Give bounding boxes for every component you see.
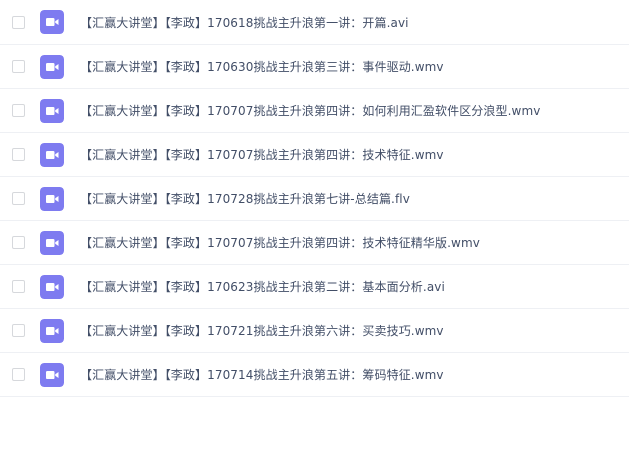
- row-checkbox[interactable]: [12, 192, 25, 205]
- row-checkbox[interactable]: [12, 104, 25, 117]
- row-checkbox[interactable]: [12, 60, 25, 73]
- file-name[interactable]: 【汇赢大讲堂】【李政】170707挑战主升浪第四讲：技术特征精华版.wmv: [80, 234, 480, 251]
- row-checkbox[interactable]: [12, 15, 25, 29]
- row-checkbox[interactable]: [12, 148, 25, 161]
- file-name[interactable]: 【汇赢大讲堂】【李政】170707挑战主升浪第四讲：如何利用汇盈软件区分浪型.w…: [80, 102, 540, 119]
- file-name[interactable]: 【汇赢大讲堂】【李政】170707挑战主升浪第四讲：技术特征.wmv: [80, 146, 444, 163]
- video-file-icon: [40, 318, 64, 343]
- video-file-icon: [40, 274, 64, 299]
- file-name[interactable]: 【汇赢大讲堂】【李政】170714挑战主升浪第五讲：筹码特征.wmv: [80, 366, 444, 383]
- video-file-icon: [40, 230, 64, 255]
- video-file-icon: [40, 362, 64, 387]
- row-checkbox[interactable]: [12, 280, 25, 293]
- file-row[interactable]: 【汇赢大讲堂】【李政】170707挑战主升浪第四讲：技术特征精华版.wmv: [0, 221, 629, 265]
- video-file-icon: [40, 142, 64, 167]
- file-name[interactable]: 【汇赢大讲堂】【李政】170728挑战主升浪第七讲-总结篇.flv: [80, 190, 410, 207]
- file-row[interactable]: 【汇赢大讲堂】【李政】170618挑战主升浪第一讲：开篇.avi: [0, 0, 629, 45]
- file-name[interactable]: 【汇赢大讲堂】【李政】170618挑战主升浪第一讲：开篇.avi: [80, 14, 409, 31]
- row-checkbox[interactable]: [12, 324, 25, 337]
- file-row[interactable]: 【汇赢大讲堂】【李政】170714挑战主升浪第五讲：筹码特征.wmv: [0, 353, 629, 397]
- file-name[interactable]: 【汇赢大讲堂】【李政】170623挑战主升浪第二讲：基本面分析.avi: [80, 278, 445, 295]
- file-row[interactable]: 【汇赢大讲堂】【李政】170721挑战主升浪第六讲：买卖技巧.wmv: [0, 309, 629, 353]
- row-checkbox[interactable]: [12, 236, 25, 249]
- file-list: 【汇赢大讲堂】【李政】170618挑战主升浪第一讲：开篇.avi 【汇赢大讲堂】…: [0, 0, 629, 397]
- row-checkbox[interactable]: [12, 368, 25, 381]
- file-name[interactable]: 【汇赢大讲堂】【李政】170721挑战主升浪第六讲：买卖技巧.wmv: [80, 322, 444, 339]
- file-row[interactable]: 【汇赢大讲堂】【李政】170707挑战主升浪第四讲：技术特征.wmv: [0, 133, 629, 177]
- file-row[interactable]: 【汇赢大讲堂】【李政】170623挑战主升浪第二讲：基本面分析.avi: [0, 265, 629, 309]
- file-row[interactable]: 【汇赢大讲堂】【李政】170707挑战主升浪第四讲：如何利用汇盈软件区分浪型.w…: [0, 89, 629, 133]
- video-file-icon: [40, 10, 64, 34]
- video-file-icon: [40, 186, 64, 211]
- file-row[interactable]: 【汇赢大讲堂】【李政】170630挑战主升浪第三讲：事件驱动.wmv: [0, 45, 629, 89]
- video-file-icon: [40, 54, 64, 79]
- file-name[interactable]: 【汇赢大讲堂】【李政】170630挑战主升浪第三讲：事件驱动.wmv: [80, 58, 444, 75]
- video-file-icon: [40, 98, 64, 123]
- file-row[interactable]: 【汇赢大讲堂】【李政】170728挑战主升浪第七讲-总结篇.flv: [0, 177, 629, 221]
